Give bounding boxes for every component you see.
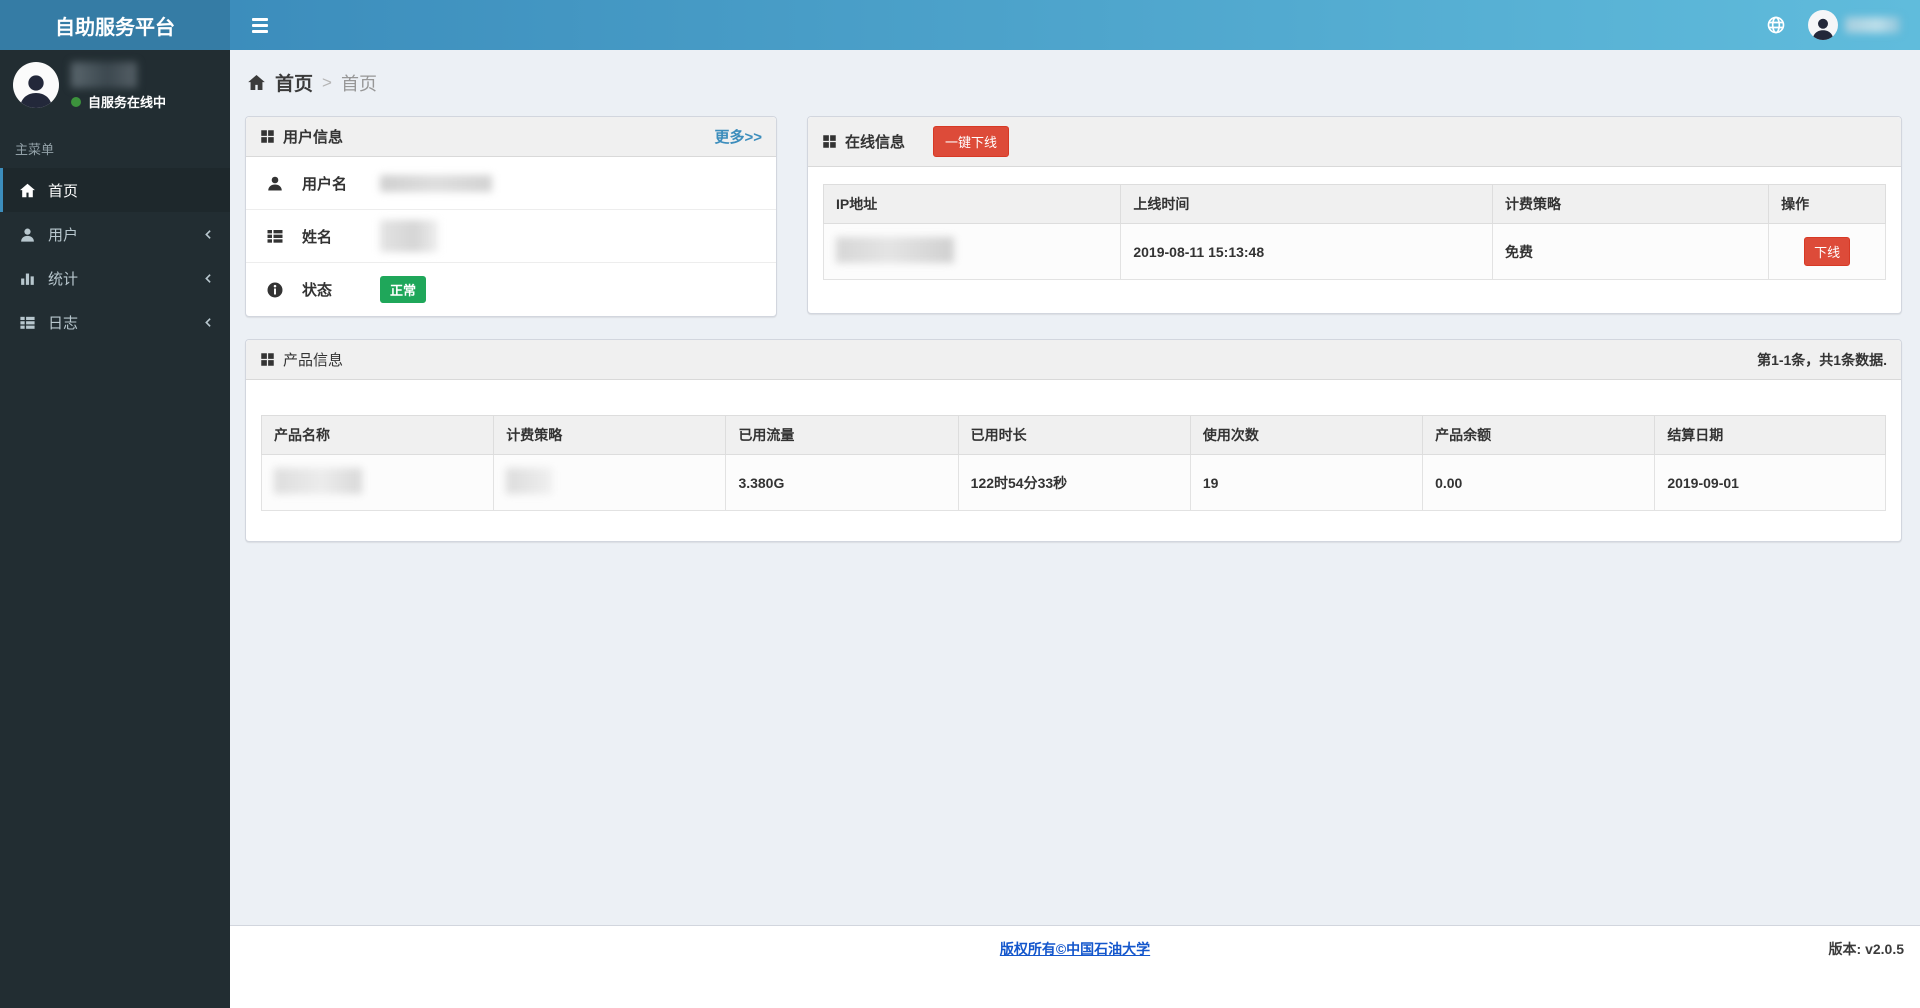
policy-value-blurred	[506, 468, 552, 494]
info-icon	[266, 281, 286, 299]
bar-chart-icon	[18, 270, 36, 287]
traffic-cell: 3.380G	[726, 455, 958, 511]
field-label: 用户名	[302, 173, 380, 194]
sidebar-item-home[interactable]: 首页	[0, 168, 230, 212]
table-row: 2019-08-11 15:13:48 免费 下线	[824, 224, 1886, 280]
column-header: 上线时间	[1121, 185, 1493, 224]
column-header: 计费策略	[1493, 185, 1769, 224]
online-status-dot	[71, 97, 81, 107]
times-cell: 19	[1190, 455, 1422, 511]
status-badge: 正常	[380, 276, 426, 303]
duration-cell: 122时54分33秒	[958, 455, 1190, 511]
column-header: 产品名称	[262, 416, 494, 455]
chevron-left-icon	[202, 272, 215, 285]
sidebar-item-stats[interactable]: 统计	[0, 256, 230, 300]
settle-date-cell: 2019-09-01	[1655, 455, 1886, 511]
home-icon	[18, 182, 36, 199]
user-info-row-status: 状态 正常	[246, 263, 776, 316]
panel-title: 用户信息	[283, 126, 343, 147]
chevron-left-icon	[202, 316, 215, 329]
policy-cell	[494, 455, 726, 511]
breadcrumb-separator: >	[322, 73, 332, 93]
ip-value-blurred	[836, 237, 954, 263]
sidebar-item-label: 日志	[48, 312, 78, 333]
name-value-blurred	[380, 220, 438, 252]
sidebar-item-logs[interactable]: 日志	[0, 300, 230, 344]
menu-header: 主菜单	[0, 125, 230, 168]
online-status-text: 自服务在线中	[88, 92, 166, 111]
sidebar-avatar	[13, 62, 59, 108]
sidebar-menu: 首页 用户 统计	[0, 168, 230, 344]
chevron-left-icon	[202, 228, 215, 241]
sidebar-username-blurred	[71, 62, 137, 88]
grid-icon	[260, 352, 275, 367]
sidebar-item-label: 统计	[48, 268, 78, 289]
grid-icon	[822, 134, 837, 149]
column-header: 已用流量	[726, 416, 958, 455]
offline-button[interactable]: 下线	[1804, 237, 1850, 266]
list-icon	[18, 314, 36, 331]
content-area: 首页 > 首页 用户信息 更多>>	[230, 50, 1920, 925]
home-icon	[247, 73, 266, 92]
username-value-blurred	[380, 175, 492, 192]
policy-cell: 免费	[1493, 224, 1769, 280]
top-navbar	[230, 0, 1920, 50]
breadcrumb-current: 首页	[341, 70, 377, 96]
user-info-row-name: 姓名	[246, 210, 776, 263]
sidebar-user-panel: 自服务在线中	[0, 50, 230, 125]
grid-icon	[260, 129, 275, 144]
ip-cell	[824, 224, 1121, 280]
user-avatar	[1808, 10, 1838, 40]
balance-cell: 0.00	[1423, 455, 1655, 511]
table-row: 3.380G 122时54分33秒 19 0.00 2019-09-01	[262, 455, 1886, 511]
product-name-cell	[262, 455, 494, 511]
copyright-link[interactable]: 版权所有©中国石油大学	[1000, 941, 1150, 957]
breadcrumb-root[interactable]: 首页	[275, 69, 313, 96]
user-name-blurred	[1845, 17, 1900, 33]
product-table: 产品名称 计费策略 已用流量 已用时长 使用次数 产品余额 结算日期 3.380…	[261, 415, 1886, 511]
sidebar-item-users[interactable]: 用户	[0, 212, 230, 256]
online-info-panel: 在线信息 一键下线 IP地址 上线时间 计费策略 操作	[807, 116, 1902, 314]
online-time-cell: 2019-08-11 15:13:48	[1121, 224, 1493, 280]
globe-icon[interactable]	[1766, 15, 1786, 35]
field-label: 姓名	[302, 226, 380, 247]
version-label: 版本: v2.0.5	[1829, 939, 1904, 959]
sidebar-toggle-icon[interactable]	[244, 10, 276, 41]
user-icon	[18, 226, 36, 243]
product-info-panel: 产品信息 第1-1条，共1条数据. 产品名称 计费策略 已用流量 已用时长 使用…	[245, 339, 1902, 542]
user-menu[interactable]	[1808, 10, 1900, 40]
user-info-panel: 用户信息 更多>> 用户名	[245, 116, 777, 317]
sidebar: 自服务在线中 主菜单 首页 用户	[0, 50, 230, 1008]
offline-all-button[interactable]: 一键下线	[933, 126, 1009, 157]
user-icon	[266, 174, 286, 192]
column-header: 使用次数	[1190, 416, 1422, 455]
sidebar-item-label: 首页	[48, 180, 78, 201]
more-link[interactable]: 更多>>	[714, 126, 762, 147]
action-cell: 下线	[1769, 224, 1886, 280]
column-header: 产品余额	[1423, 416, 1655, 455]
column-header: 操作	[1769, 185, 1886, 224]
pagination-note: 第1-1条，共1条数据.	[1757, 350, 1887, 370]
online-table: IP地址 上线时间 计费策略 操作 2019-08-11 15:13:48 免费	[823, 184, 1886, 280]
column-header: IP地址	[824, 185, 1121, 224]
breadcrumb: 首页 > 首页	[245, 50, 1902, 116]
column-header: 结算日期	[1655, 416, 1886, 455]
column-header: 已用时长	[958, 416, 1190, 455]
main-header: 自助服务平台	[0, 0, 1920, 50]
column-header: 计费策略	[494, 416, 726, 455]
app-logo[interactable]: 自助服务平台	[0, 0, 230, 50]
panel-title: 产品信息	[283, 349, 343, 370]
product-name-blurred	[274, 468, 362, 494]
sidebar-item-label: 用户	[48, 224, 78, 245]
user-info-row-username: 用户名	[246, 157, 776, 210]
list-icon	[266, 227, 286, 245]
panel-title: 在线信息	[845, 131, 905, 152]
main-footer: 版权所有©中国石油大学 版本: v2.0.5	[230, 925, 1920, 1008]
field-label: 状态	[302, 279, 380, 300]
